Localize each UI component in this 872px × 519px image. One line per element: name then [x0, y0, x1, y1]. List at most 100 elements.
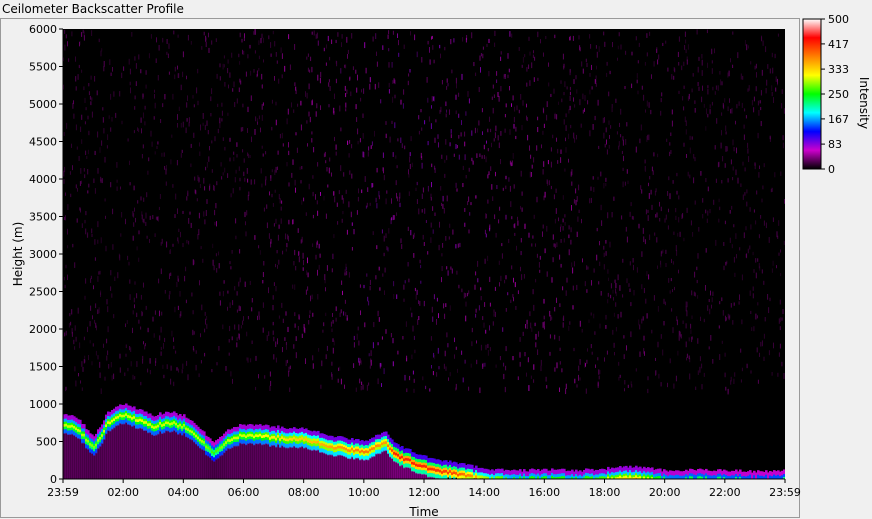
noise-cell [72, 243, 74, 248]
noise-cell [275, 101, 277, 106]
noise-cell [355, 104, 357, 110]
noise-cell [701, 363, 703, 369]
noise-cell [69, 171, 71, 175]
noise-cell [335, 78, 337, 84]
noise-cell [362, 133, 364, 139]
noise-cell [90, 275, 92, 280]
noise-cell [182, 51, 184, 58]
noise-cell [430, 336, 432, 341]
noise-cell [231, 250, 233, 254]
noise-cell [287, 326, 289, 333]
noise-cell [300, 100, 302, 106]
noise-cell [244, 211, 246, 218]
noise-cell [657, 341, 659, 348]
noise-cell [647, 209, 649, 213]
noise-cell [203, 177, 205, 184]
noise-cell [396, 294, 398, 299]
noise-cell [735, 169, 737, 176]
noise-cell [308, 111, 310, 117]
y-tick-label: 4000 [29, 173, 57, 186]
noise-cell [168, 294, 170, 300]
noise-cell [456, 145, 458, 149]
noise-cell [186, 102, 188, 108]
backscatter-plot[interactable]: 0500100015002000250030003500400045005000… [0, 13, 872, 519]
noise-cell [331, 374, 333, 380]
noise-cell [336, 202, 338, 207]
noise-cell [596, 51, 598, 58]
noise-cell [559, 303, 561, 308]
noise-cell [198, 229, 200, 236]
noise-cell [716, 118, 718, 124]
noise-cell [510, 201, 512, 208]
noise-cell [401, 143, 403, 149]
noise-cell [303, 260, 304, 266]
noise-cell [420, 264, 422, 269]
noise-cell [430, 237, 432, 244]
noise-cell [417, 319, 419, 325]
noise-cell [143, 112, 144, 119]
noise-cell [488, 71, 490, 77]
noise-cell [345, 108, 347, 112]
noise-cell [451, 69, 453, 74]
noise-cell [660, 334, 662, 339]
noise-cell [719, 301, 721, 305]
noise-cell [756, 72, 757, 78]
noise-cell [444, 159, 446, 163]
noise-cell [278, 78, 280, 84]
noise-cell [464, 222, 466, 227]
noise-cell [440, 106, 442, 113]
noise-cell [697, 338, 699, 344]
noise-cell [446, 266, 448, 270]
noise-cell [508, 68, 510, 73]
noise-cell [83, 31, 85, 37]
noise-cell [590, 186, 592, 191]
noise-cell [649, 31, 651, 36]
noise-cell [584, 281, 586, 287]
noise-cell [546, 114, 548, 121]
noise-cell [281, 302, 283, 308]
noise-cell [175, 350, 177, 354]
noise-cell [63, 179, 65, 184]
noise-cell [345, 189, 347, 194]
noise-cell [691, 88, 693, 93]
noise-cell [66, 386, 67, 391]
noise-cell [68, 58, 70, 62]
noise-cell [576, 231, 578, 238]
noise-cell [106, 299, 108, 305]
noise-cell [299, 166, 301, 170]
noise-cell [357, 128, 359, 135]
noise-cell [574, 137, 576, 143]
noise-cell [84, 97, 86, 103]
noise-cell [501, 243, 503, 247]
noise-cell [81, 139, 83, 144]
noise-cell [166, 39, 168, 44]
noise-cell [403, 284, 405, 290]
noise-cell [683, 85, 685, 89]
noise-cell [675, 245, 677, 252]
noise-cell [84, 219, 86, 224]
noise-cell [706, 29, 708, 34]
noise-cell [172, 243, 174, 247]
noise-cell [685, 323, 687, 329]
noise-cell [529, 145, 530, 151]
noise-cell [539, 269, 541, 273]
x-tick-label: 16:00 [528, 486, 560, 499]
noise-cell [347, 49, 349, 55]
noise-cell [315, 111, 317, 117]
noise-cell [103, 61, 105, 67]
noise-cell [494, 132, 496, 139]
noise-cell [140, 196, 142, 201]
noise-cell [753, 269, 755, 273]
noise-cell [362, 384, 364, 390]
noise-cell [202, 113, 204, 119]
noise-cell [482, 131, 483, 136]
noise-cell [686, 59, 688, 65]
noise-cell [543, 298, 545, 304]
noise-cell [246, 331, 248, 337]
noise-cell [242, 49, 243, 55]
noise-cell [422, 187, 424, 193]
noise-cell [570, 227, 572, 233]
noise-cell [546, 225, 548, 232]
noise-cell [734, 272, 736, 278]
noise-cell [513, 297, 514, 302]
